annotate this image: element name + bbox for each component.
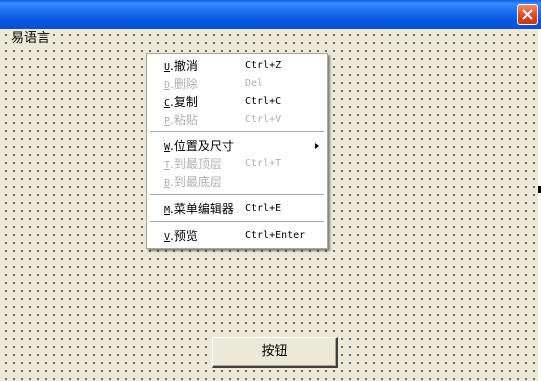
menu-item-label: .删除 xyxy=(170,77,198,91)
context-menu: U.撤消 Ctrl+Z D.删除 Del C.复制 Ctrl+C P.粘贴 Ct… xyxy=(146,53,328,249)
menu-item-preview[interactable]: V.预览 Ctrl+Enter xyxy=(147,227,327,245)
close-button[interactable] xyxy=(517,4,538,25)
menu-item-send-to-back[interactable]: B.到最底层 xyxy=(147,173,327,191)
menu-separator xyxy=(150,194,324,196)
menu-item-menu-editor[interactable]: M.菜单编辑器 Ctrl+E xyxy=(147,200,327,218)
menu-item-shortcut: Ctrl+E xyxy=(245,203,282,214)
menu-item-position-size[interactable]: W.位置及尺寸 xyxy=(147,137,327,155)
menu-item-label: .到最底层 xyxy=(170,175,222,189)
form-button-label: 按钮 xyxy=(261,344,288,359)
menu-item-shortcut: Ctrl+T xyxy=(245,158,282,169)
form-button[interactable]: 按钮 xyxy=(212,337,338,368)
close-icon xyxy=(522,9,533,20)
menu-item-label: .到最顶层 xyxy=(170,157,222,171)
menu-item-paste[interactable]: P.粘贴 Ctrl+V xyxy=(147,111,327,129)
menu-item-label: .粘贴 xyxy=(170,113,198,127)
menu-item-undo[interactable]: U.撤消 Ctrl+Z xyxy=(147,57,327,75)
menu-item-shortcut: Ctrl+Z xyxy=(245,60,282,71)
menu-item-label: .菜单编辑器 xyxy=(170,202,234,216)
menu-item-copy[interactable]: C.复制 Ctrl+C xyxy=(147,93,327,111)
menu-item-label: .复制 xyxy=(170,95,198,109)
menu-item-label: .预览 xyxy=(170,229,198,243)
menu-item-bring-to-front[interactable]: T.到最顶层 Ctrl+T xyxy=(147,155,327,173)
menu-item-shortcut: Ctrl+Enter xyxy=(245,230,306,241)
menu-item-shortcut: Ctrl+C xyxy=(245,96,282,107)
menu-separator xyxy=(150,221,324,223)
title-bar[interactable] xyxy=(0,0,541,29)
menu-item-shortcut: Del xyxy=(245,78,264,89)
window-caption: 易语言 xyxy=(10,31,52,47)
menu-item-label: .撤消 xyxy=(170,59,198,73)
menu-item-shortcut: Ctrl+V xyxy=(245,114,282,125)
menu-item-delete[interactable]: D.删除 Del xyxy=(147,75,327,93)
menu-item-label: .位置及尺寸 xyxy=(170,139,234,153)
submenu-arrow-icon xyxy=(315,143,319,149)
menu-separator xyxy=(150,131,324,133)
app-window: 易语言 按钮 U.撤消 Ctrl+Z D.删除 Del C.复制 Ctrl+C … xyxy=(0,0,541,381)
